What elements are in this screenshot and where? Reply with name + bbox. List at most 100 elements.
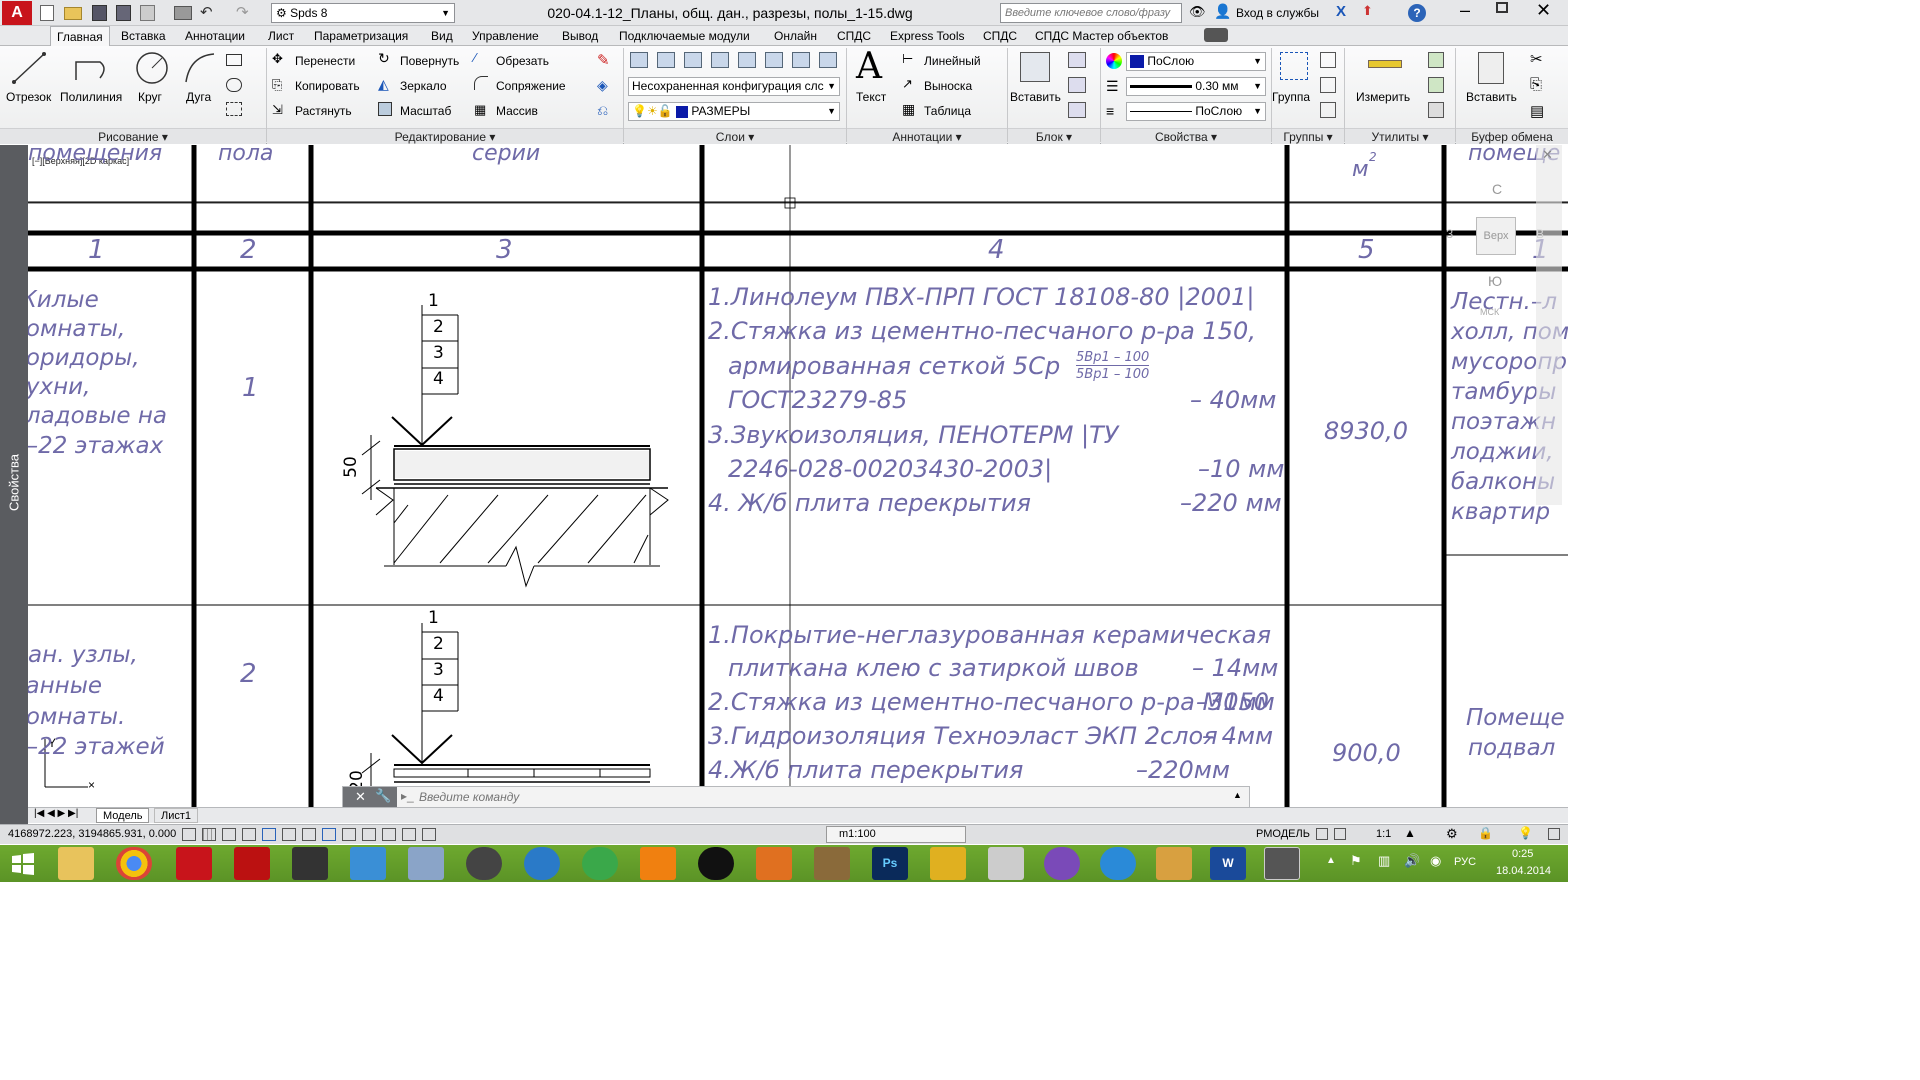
tab-spds-2[interactable]: СПДС — [977, 26, 1023, 46]
clock-time[interactable]: 0:25 — [1512, 848, 1533, 860]
tray-expand-icon[interactable]: ▲ — [1326, 855, 1336, 866]
am-icon[interactable] — [422, 828, 436, 841]
vlc-icon[interactable] — [640, 847, 676, 880]
coordinates[interactable]: 4168972.223, 3194865.931, 0.000 — [8, 828, 176, 840]
wcs-menu[interactable]: МСК — [1480, 307, 1499, 317]
tab-online[interactable]: Онлайн — [768, 26, 823, 46]
tab-sheet1[interactable]: Лист1 — [154, 808, 199, 823]
workspace-switch-icon[interactable]: ⚙ — [1446, 826, 1458, 842]
quick-view-drawings-icon[interactable] — [1334, 828, 1346, 840]
rotate-button[interactable]: Повернуть — [400, 54, 459, 68]
language-indicator[interactable]: РУС — [1454, 856, 1476, 868]
browser-icon[interactable] — [1044, 847, 1080, 880]
archive-icon[interactable] — [408, 847, 444, 880]
layer-uniso-icon[interactable] — [765, 52, 783, 68]
autocad-active-icon[interactable] — [1264, 847, 1300, 880]
tab-spds[interactable]: СПДС — [831, 26, 877, 46]
utilities-panel-title[interactable]: Утилиты ▾ — [1345, 128, 1455, 144]
calc-icon[interactable] — [1428, 102, 1444, 118]
table-button[interactable]: Таблица — [924, 104, 971, 118]
ribbon-toggle-icon[interactable] — [1204, 28, 1228, 42]
layers-panel-title[interactable]: Слои ▾ — [624, 128, 846, 144]
group-select-icon[interactable] — [1320, 102, 1336, 118]
block-attr-icon[interactable] — [1068, 102, 1086, 118]
tab-view[interactable]: Вид — [425, 26, 459, 46]
publish-icon[interactable] — [140, 5, 155, 21]
photoshop-icon[interactable]: Ps — [872, 847, 908, 880]
groups-panel-title[interactable]: Группы ▾ — [1272, 128, 1344, 144]
explorer-icon[interactable] — [58, 847, 94, 880]
minimize-icon[interactable]: – — [1460, 0, 1470, 21]
clipboard-panel-title[interactable]: Буфер обмена — [1456, 128, 1568, 144]
autocad-icon[interactable] — [292, 847, 328, 880]
hatch-icon[interactable] — [226, 78, 242, 92]
close-icon[interactable]: ✕ — [355, 789, 366, 805]
tab-manage[interactable]: Управление — [466, 26, 545, 46]
tab-home[interactable]: Главная — [50, 26, 110, 46]
clock-date[interactable]: 18.04.2014 — [1496, 865, 1551, 877]
media-icon[interactable] — [466, 847, 502, 880]
binoculars-icon[interactable]: 👁 — [1189, 4, 1206, 20]
tab-express-tools[interactable]: Express Tools — [884, 26, 970, 46]
erase-icon[interactable]: ✎ — [597, 51, 610, 69]
chrome-icon[interactable] — [116, 847, 152, 880]
modify-panel-title[interactable]: Редактирование ▾ — [267, 128, 623, 144]
tab-layout[interactable]: Лист — [262, 26, 300, 46]
redo-icon[interactable]: ↷ — [236, 3, 249, 21]
navigation-bar[interactable]: ✕ — [1536, 145, 1562, 505]
network-icon[interactable]: ▥ — [1378, 853, 1390, 869]
layer-prev-icon[interactable] — [711, 52, 729, 68]
drive-icon[interactable] — [988, 847, 1024, 880]
ungroup-icon[interactable] — [1320, 52, 1336, 68]
connect-icon[interactable]: ⬆ — [1362, 3, 1373, 19]
layer-iso-icon[interactable] — [738, 52, 756, 68]
paste-tool[interactable]: Вставить — [1460, 48, 1524, 122]
lock-icon[interactable]: 🔒 — [1478, 826, 1493, 840]
group-edit-icon[interactable] — [1320, 77, 1336, 93]
boundary-icon[interactable] — [226, 102, 242, 116]
cmd-history-icon[interactable]: ▲ — [1233, 790, 1242, 800]
layer-dropdown[interactable]: 💡☀🔓 РАЗМЕРЫ ▼ — [628, 102, 840, 121]
offset-icon[interactable]: ⎌ — [597, 102, 608, 119]
clock-app-icon[interactable] — [930, 847, 966, 880]
color-dropdown[interactable]: ПоСлою ▼ — [1126, 52, 1266, 71]
layer-properties-icon[interactable] — [630, 52, 648, 68]
lineweight-dropdown[interactable]: 0.30 мм ▼ — [1126, 77, 1266, 96]
nav-first-icon[interactable]: |◀ ◀ ▶ ▶| — [34, 808, 78, 819]
layer-freeze-icon[interactable] — [792, 52, 810, 68]
saveas-icon[interactable] — [116, 5, 131, 21]
cut-icon[interactable]: ✂ — [1530, 50, 1543, 68]
open-icon[interactable] — [64, 7, 82, 20]
grid-icon[interactable] — [202, 828, 216, 841]
word-icon[interactable]: W — [1210, 847, 1246, 880]
insert-block-tool[interactable]: Вставить — [1010, 48, 1062, 122]
viewcube-west[interactable]: З — [1446, 227, 1453, 241]
tab-output[interactable]: Вывод — [556, 26, 604, 46]
properties-palette[interactable]: Свойства — [0, 145, 28, 825]
rectangle-icon[interactable] — [226, 54, 242, 66]
office-upload-icon[interactable] — [756, 847, 792, 880]
measure-tool[interactable]: Измерить — [1350, 48, 1420, 122]
tab-parametric[interactable]: Параметризация — [308, 26, 414, 46]
annotation-visibility-icon[interactable]: ▲ — [1404, 826, 1416, 840]
app-tray-icon[interactable]: ◉ — [1430, 853, 1441, 869]
save-icon[interactable] — [92, 5, 107, 21]
circle-tool[interactable]: Круг — [130, 48, 174, 122]
search-input[interactable]: Введите ключевое слово/фразу — [1000, 3, 1182, 23]
itunes-icon[interactable] — [1100, 847, 1136, 880]
arc-tool[interactable]: Дуга — [178, 48, 220, 122]
sync-icon[interactable] — [582, 847, 618, 880]
workspace-select[interactable]: ⚙ Spds 8 ▼ — [271, 3, 455, 23]
trim-button[interactable]: Обрезать — [496, 54, 549, 68]
quick-view-layouts-icon[interactable] — [1316, 828, 1328, 840]
tab-insert[interactable]: Вставка — [115, 26, 172, 46]
close-icon[interactable]: ✕ — [1542, 147, 1553, 163]
close-icon[interactable]: ✕ — [1536, 0, 1551, 21]
ducs-icon[interactable] — [302, 828, 316, 841]
isolate-icon[interactable]: 💡 — [1518, 826, 1533, 840]
linear-dim-button[interactable]: Линейный — [924, 54, 981, 68]
dyn-icon[interactable] — [322, 828, 336, 841]
gimp-icon[interactable] — [814, 847, 850, 880]
create-block-icon[interactable] — [1068, 52, 1086, 68]
annotation-scale[interactable]: 1:1 — [1376, 828, 1391, 840]
